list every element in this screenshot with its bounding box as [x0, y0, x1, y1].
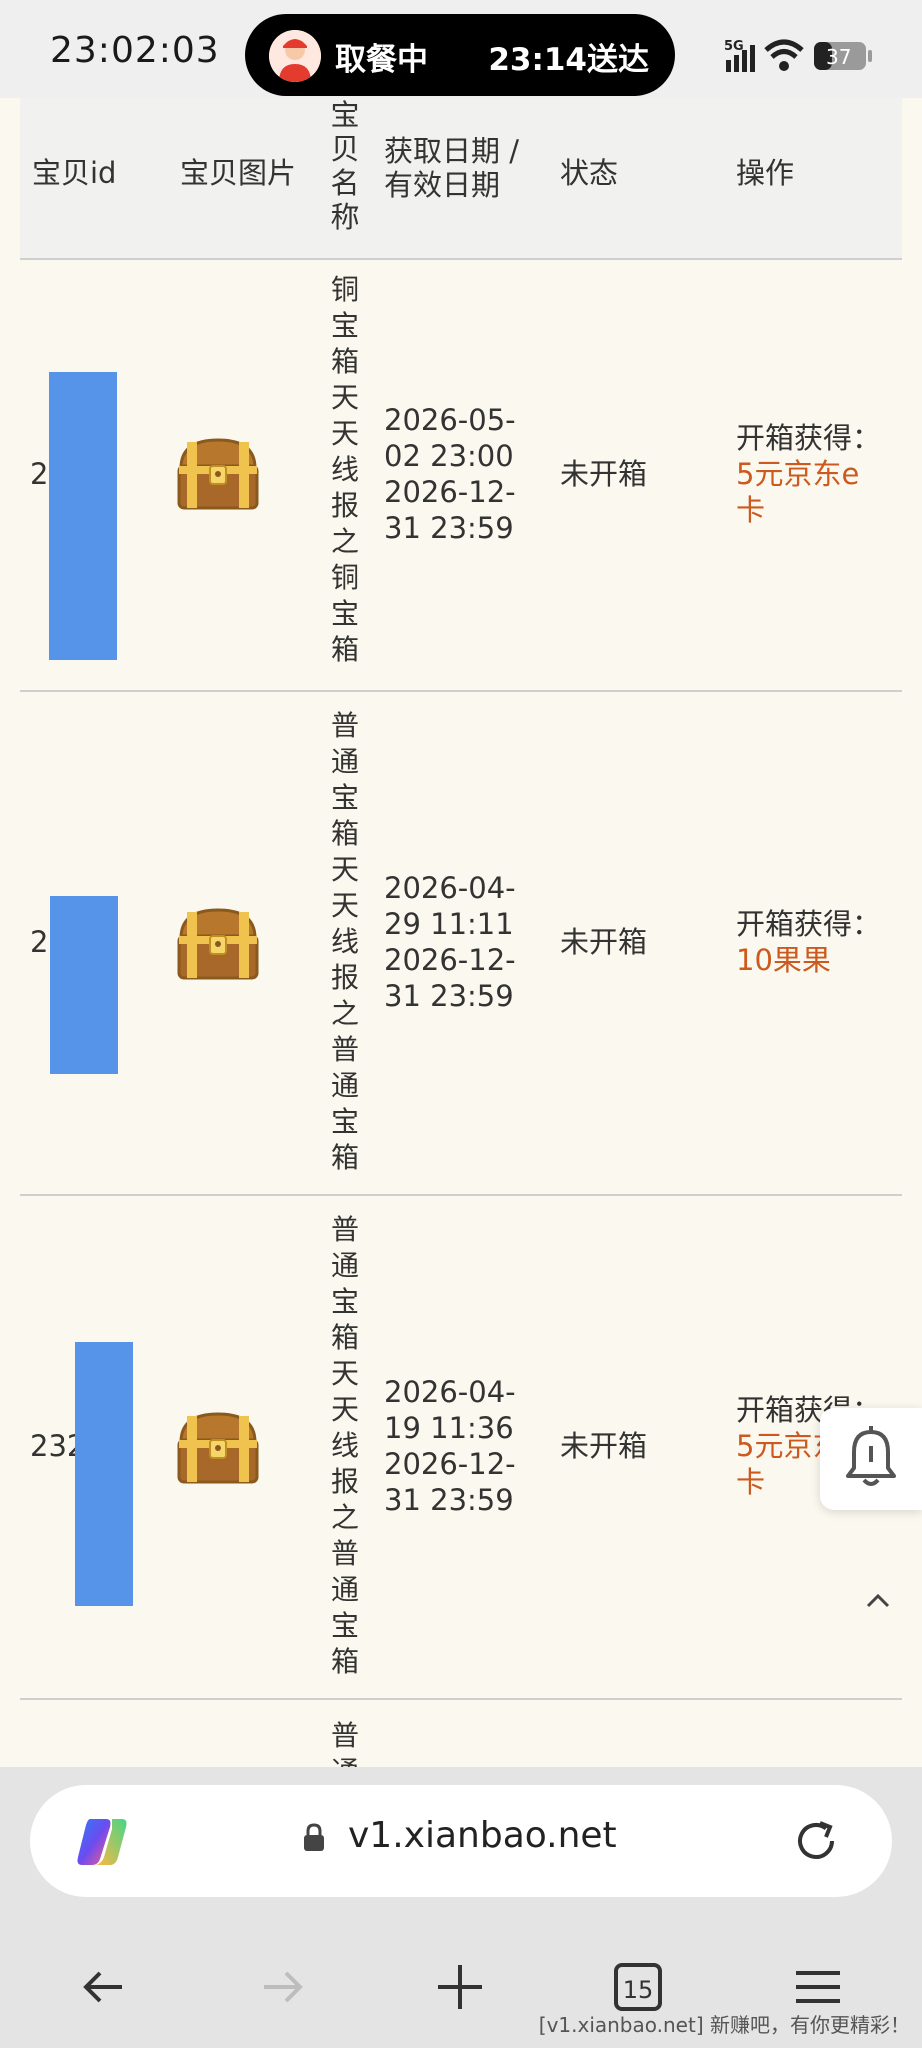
tab-count-icon: 15	[614, 1963, 662, 2011]
row-action[interactable]: 开箱获得：10果果	[736, 906, 886, 978]
row-name: 铜宝箱天天线报之铜宝箱	[330, 273, 359, 666]
delivery-eta: 23:14送达	[488, 42, 649, 78]
header-image: 宝贝图片	[180, 156, 297, 190]
header-name: 宝贝名称	[330, 98, 360, 234]
row-name: 普通宝箱天天线报之普通宝箱	[330, 709, 359, 1174]
row-expire-date: 2026-12-31 23:59	[384, 1447, 516, 1517]
plus-icon	[438, 1965, 482, 2009]
arrow-right-icon	[264, 1971, 303, 2003]
row-status: 未开箱	[560, 1429, 648, 1463]
id-redaction	[50, 896, 118, 1074]
signal-icon: 5G 37	[724, 39, 872, 72]
tabs-button[interactable]: 15	[608, 1957, 668, 2017]
status-clock: 23:02:03	[50, 30, 220, 71]
id-redaction	[49, 372, 117, 660]
hamburger-menu-icon	[796, 1971, 840, 2003]
action-label: 开箱获得：	[736, 421, 882, 455]
header-status: 状态	[560, 156, 619, 190]
scroll-to-top-button[interactable]	[858, 1580, 898, 1620]
arrow-left-icon	[83, 1971, 122, 2003]
row-expire-date: 2026-12-31 23:59	[384, 943, 516, 1013]
header-action: 操作	[736, 156, 795, 190]
courier-avatar-icon	[269, 30, 321, 82]
treasure-chest-icon	[175, 436, 261, 512]
chevron-up-icon	[866, 1593, 890, 1608]
svg-text:37: 37	[826, 45, 851, 69]
copilot-icon[interactable]	[72, 1813, 130, 1871]
back-button[interactable]	[74, 1957, 134, 2017]
treasure-chest-icon	[175, 906, 261, 982]
notification-bell-button[interactable]	[820, 1408, 922, 1510]
table-header: 宝贝id 宝贝图片 宝贝名称 获取日期 / 有效日期 状态 操作	[20, 98, 902, 260]
row-expire-date: 2026-12-31 23:59	[384, 475, 516, 545]
svg-text:15: 15	[623, 1976, 654, 2004]
row-status: 未开箱	[560, 457, 648, 491]
browser-toolbar: v1.xianbao.net 15 [v1.xianbao.net] 新赚吧，有…	[0, 1767, 922, 2048]
header-dates: 获取日期 / 有效日期	[384, 134, 519, 202]
action-label: 开箱获得：	[736, 907, 882, 941]
row-get-date: 2026-05-02 23:00	[384, 403, 516, 473]
reward-link[interactable]: 5元京东e卡	[736, 457, 859, 527]
row-name: 普通宝箱天天线报之普通宝箱	[330, 1213, 359, 1678]
status-bar: 23:02:03 取餐中 23:14送达 5G 37	[0, 0, 922, 98]
delivery-status: 取餐中	[335, 42, 428, 78]
lock-icon	[302, 1823, 326, 1853]
row-status: 未开箱	[560, 925, 648, 959]
table-row: 2 铜宝箱天天线报之铜宝箱 2026-05-02 23:00 2026-12-3…	[20, 260, 902, 692]
table-row: 232 普通宝箱天天线报之普通宝箱 2026-04-19 11:36 2026-…	[20, 1196, 902, 1700]
delivery-live-activity[interactable]: 取餐中 23:14送达	[245, 14, 675, 96]
menu-button[interactable]	[788, 1957, 848, 2017]
treasure-chest-icon	[175, 1410, 261, 1486]
header-id: 宝贝id	[32, 156, 117, 190]
forward-button[interactable]	[252, 1957, 312, 2017]
row-name: 普通	[330, 1719, 359, 1770]
row-action[interactable]: 开箱获得：5元京东e卡	[736, 420, 886, 528]
bell-icon	[846, 1426, 896, 1486]
svg-text:5G: 5G	[724, 39, 744, 54]
row-get-date: 2026-04-29 11:11	[384, 871, 516, 941]
table-row: 2 普通宝箱天天线报之普通宝箱 2026-04-29 11:11 2026-12…	[20, 692, 902, 1196]
row-id: 2	[30, 925, 49, 959]
new-tab-button[interactable]	[430, 1957, 490, 2017]
address-bar[interactable]: v1.xianbao.net	[30, 1785, 892, 1897]
url-text[interactable]: v1.xianbao.net	[348, 1815, 617, 1856]
row-get-date: 2026-04-19 11:36	[384, 1375, 516, 1445]
reward-link[interactable]: 10果果	[736, 943, 831, 977]
row-id: 2	[30, 457, 49, 491]
table-row: 普通	[20, 1700, 902, 1770]
watermark-text: [v1.xianbao.net] 新赚吧，有你更精彩！	[538, 2013, 910, 2037]
id-redaction	[75, 1342, 133, 1606]
reload-icon[interactable]	[792, 1817, 840, 1865]
system-indicators: 5G 37	[722, 36, 882, 76]
